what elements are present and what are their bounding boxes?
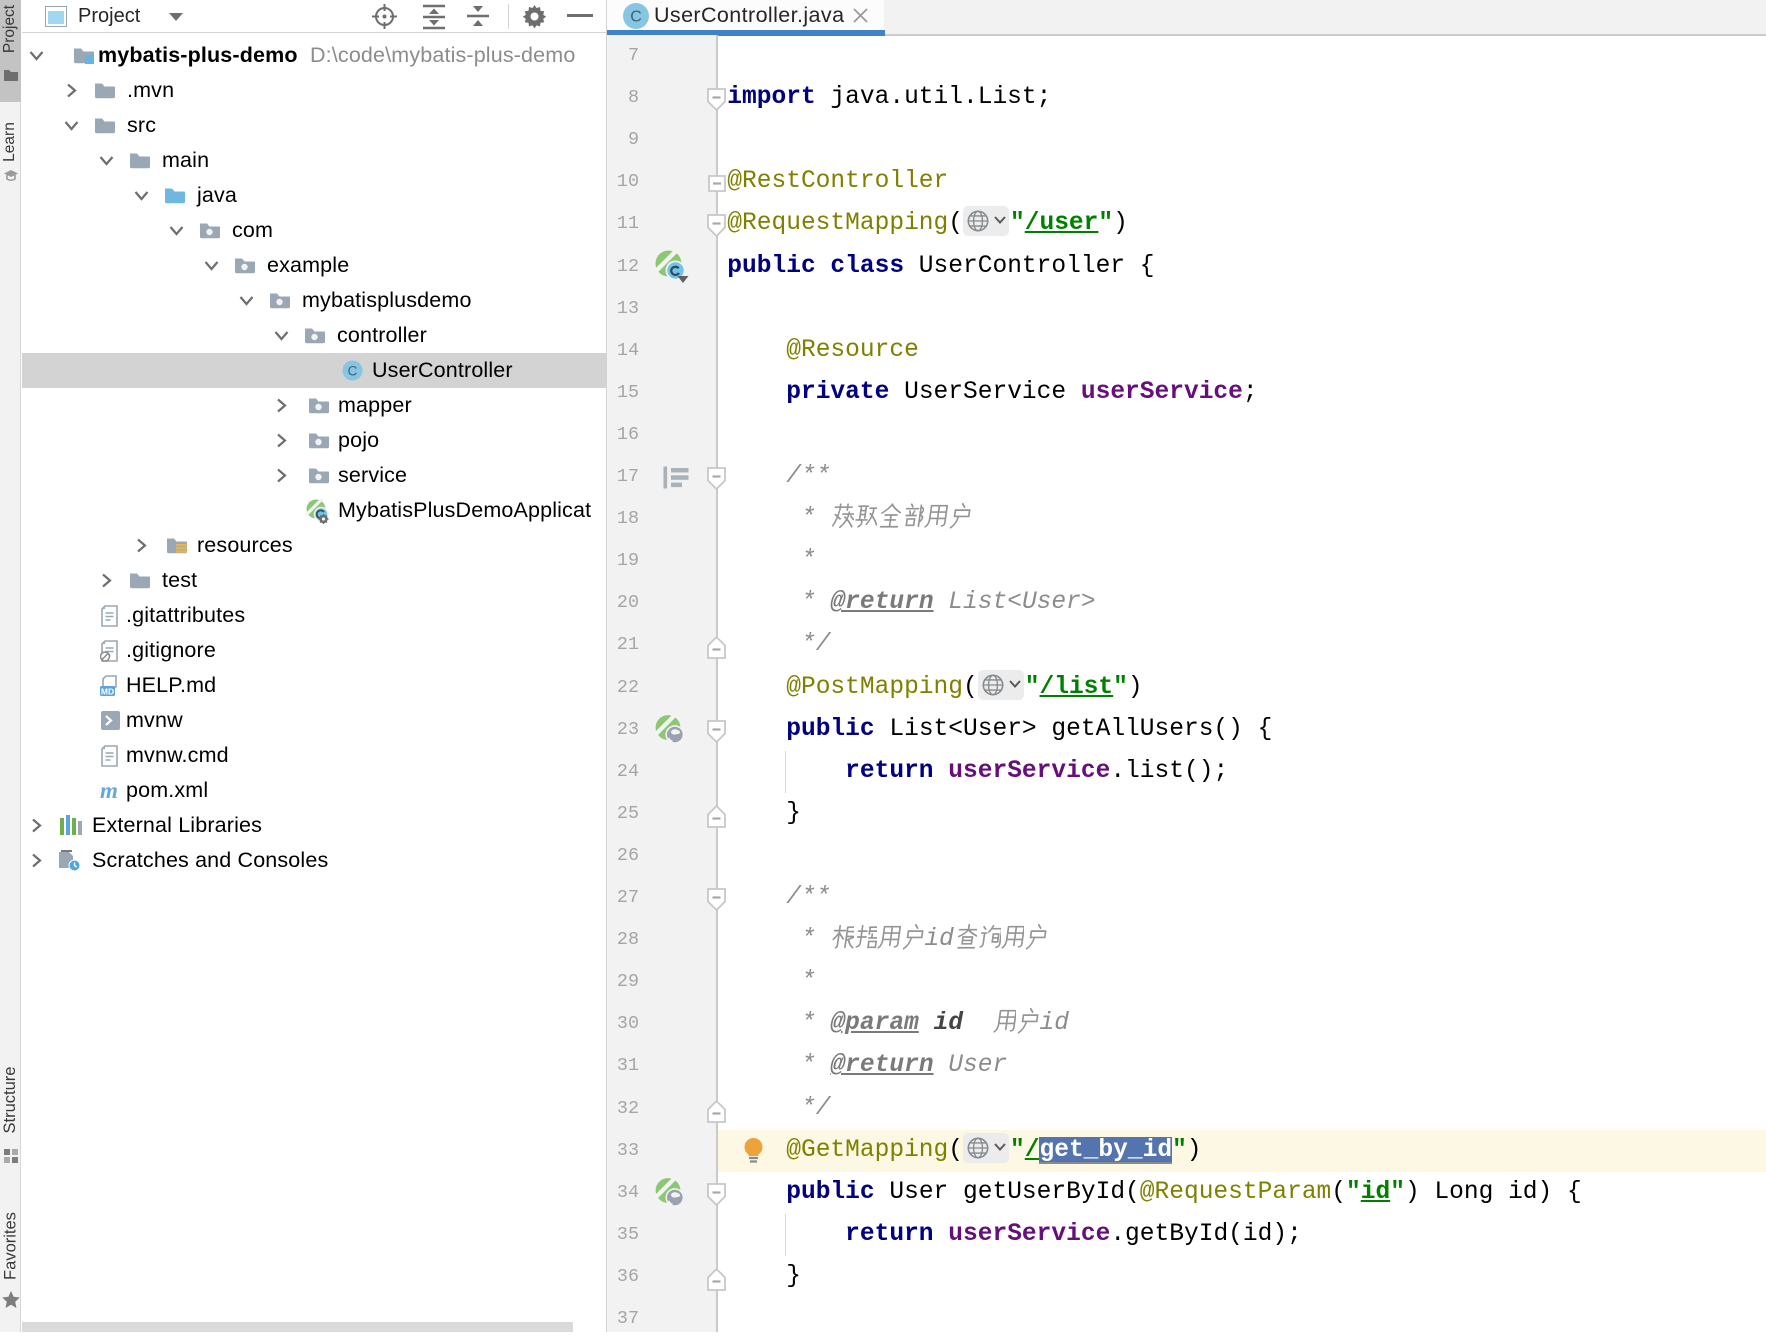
svg-text:C: C — [630, 9, 642, 26]
